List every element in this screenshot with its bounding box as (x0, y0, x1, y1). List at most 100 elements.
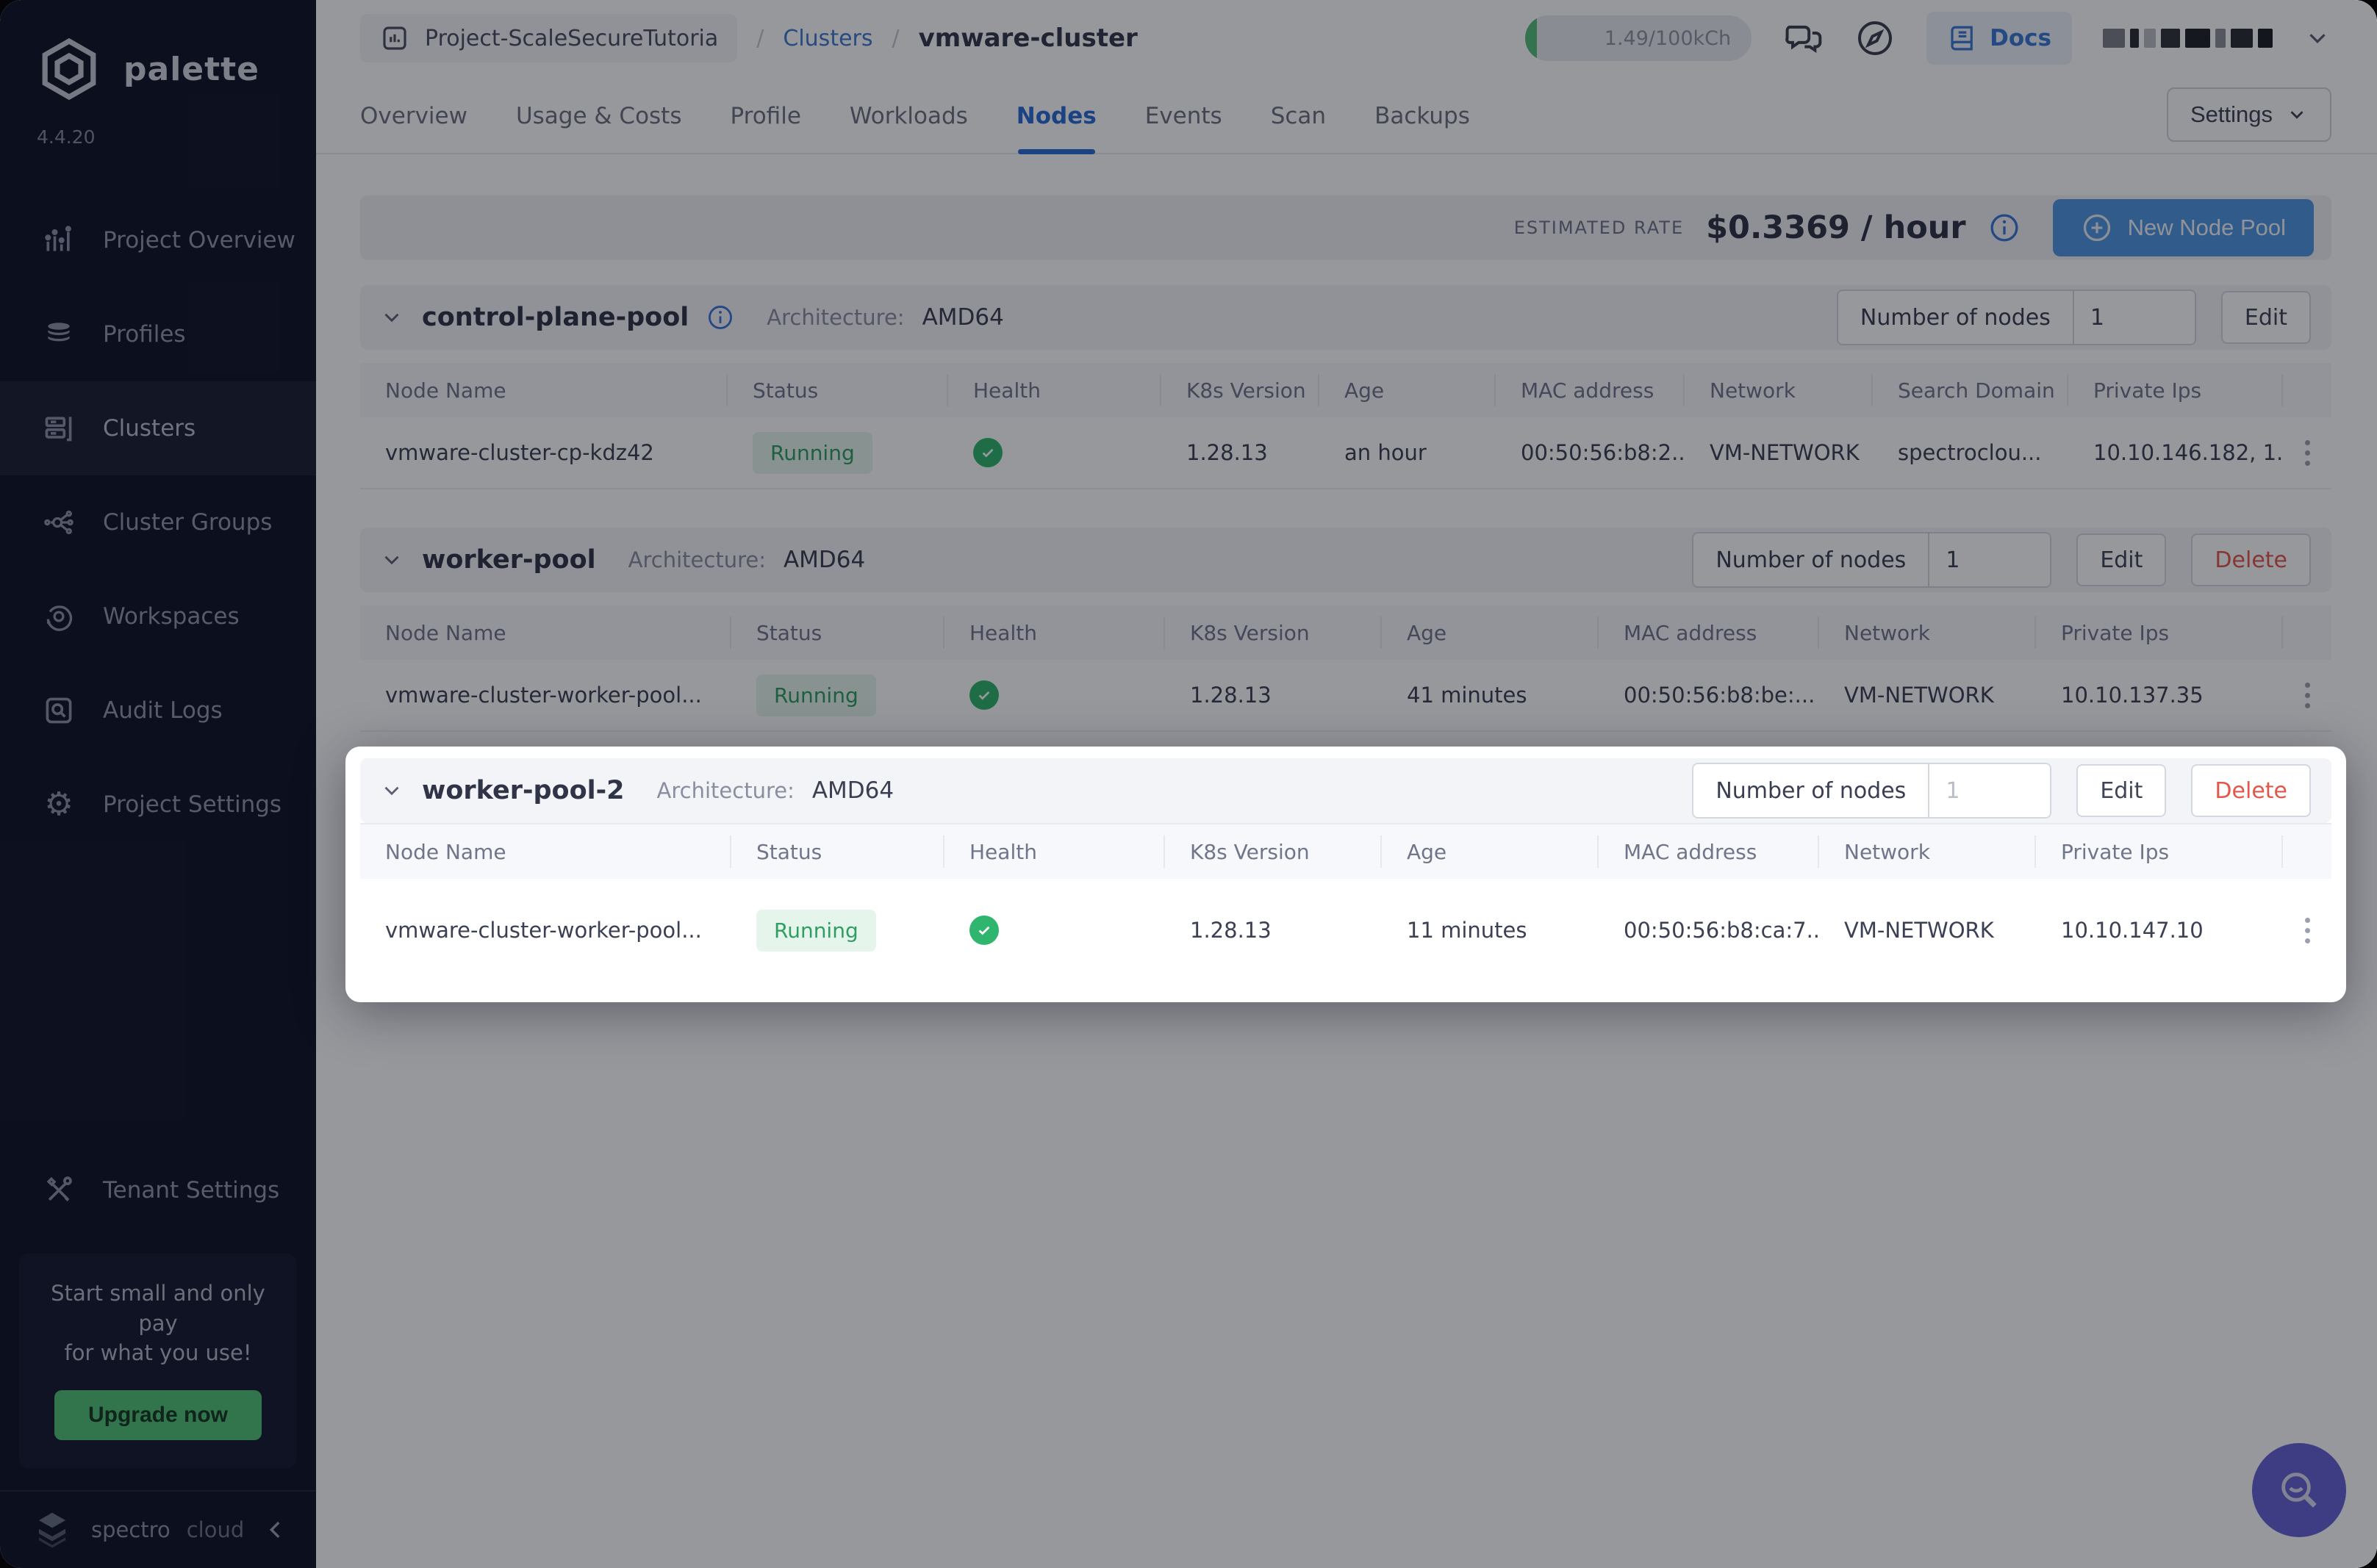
edit-button[interactable]: Edit (2076, 533, 2167, 586)
column-header: MAC address (1496, 374, 1685, 406)
node-pool-section-control-plane: control-plane-pool Architecture: AMD64 N… (360, 285, 2331, 489)
edit-button[interactable]: Edit (2076, 764, 2167, 817)
chevron-down-icon[interactable] (379, 778, 404, 803)
chevron-down-icon[interactable] (2303, 24, 2331, 52)
sidebar-item-clusters[interactable]: Clusters (0, 381, 316, 475)
column-header: Node Name (360, 835, 731, 868)
column-header: Private Ips (2036, 616, 2283, 649)
pool-controls: Number of nodes Edit (1836, 289, 2311, 345)
chevron-down-icon[interactable] (379, 547, 404, 572)
number-of-nodes-input[interactable] (1929, 533, 2051, 586)
redacted-user-label[interactable] (2103, 29, 2273, 48)
mac-address-cell: 00:50:56:b8:be:... (1624, 683, 1815, 708)
info-icon[interactable] (706, 303, 734, 331)
table-row: vmware-cluster-worker-pool... Running 1.… (360, 879, 2331, 982)
tab-nodes[interactable]: Nodes (1017, 103, 1097, 154)
topbar-right: 1.49/100kCh Docs (1525, 12, 2331, 65)
nodes-content: ESTIMATED RATE $0.3369 / hour New Node P… (316, 154, 2377, 1568)
collapse-sidebar-icon[interactable] (263, 1517, 288, 1542)
delete-button[interactable]: Delete (2191, 533, 2311, 586)
plus-circle-icon (2083, 214, 2110, 242)
promo-text: Start small and only pay for what you us… (32, 1279, 284, 1368)
column-header: Status (731, 616, 944, 649)
row-menu-icon[interactable] (2299, 677, 2316, 714)
sidebar-item-cluster-groups[interactable]: Cluster Groups (0, 475, 316, 569)
settings-button[interactable]: Settings (2166, 87, 2331, 142)
edit-button[interactable]: Edit (2220, 291, 2311, 344)
health-cell (948, 438, 1161, 467)
status-badge: Running (756, 909, 876, 952)
sidebar-item-project-settings[interactable]: ⚙ Project Settings (0, 758, 316, 852)
tab-events[interactable]: Events (1145, 103, 1222, 153)
app-window: palette 4.4.20 Project Overview Profiles (0, 0, 2377, 1568)
breadcrumb-separator: / (756, 25, 764, 51)
info-icon[interactable] (1988, 212, 2021, 244)
row-menu-icon[interactable] (2299, 434, 2316, 472)
usage-meter[interactable]: 1.49/100kCh (1525, 15, 1752, 61)
mac-address-cell: 00:50:56:b8:ca:7... (1624, 918, 1819, 943)
footer-brand-spectro: spectro (91, 1517, 171, 1542)
pool-header: control-plane-pool Architecture: AMD64 N… (360, 285, 2331, 350)
help-search-fab[interactable] (2252, 1443, 2346, 1537)
tab-usage-costs[interactable]: Usage & Costs (516, 103, 682, 153)
column-header: MAC address (1599, 835, 1819, 868)
tab-overview[interactable]: Overview (360, 103, 467, 153)
estimated-rate-bar: ESTIMATED RATE $0.3369 / hour New Node P… (360, 195, 2331, 260)
upgrade-now-button[interactable]: Upgrade now (54, 1390, 262, 1440)
sidebar-item-label: Tenant Settings (103, 1177, 280, 1204)
sidebar-item-profiles[interactable]: Profiles (0, 287, 316, 381)
estimated-rate-label: ESTIMATED RATE (1513, 217, 1685, 238)
number-of-nodes-label: Number of nodes (1693, 533, 1930, 586)
footer-brand-cloud: cloud (186, 1517, 245, 1542)
row-menu-icon[interactable] (2299, 912, 2316, 949)
tools-icon (41, 1173, 76, 1208)
delete-button[interactable]: Delete (2191, 764, 2311, 817)
sidebar-item-label: Cluster Groups (103, 509, 273, 536)
node-name-cell: vmware-cluster-worker-pool... (385, 918, 702, 943)
tab-workloads[interactable]: Workloads (850, 103, 968, 153)
new-node-pool-label: New Node Pool (2127, 215, 2286, 240)
column-header: Status (728, 374, 948, 406)
number-of-nodes-input[interactable] (2073, 291, 2195, 344)
k8s-version-cell: 1.28.13 (1186, 440, 1268, 465)
table-header: Node Name Status Health K8s Version Age … (360, 605, 2331, 660)
project-selector[interactable]: Project-ScaleSecureTutoria (360, 14, 738, 62)
breadcrumb-clusters-link[interactable]: Clusters (783, 26, 872, 51)
upgrade-promo: Start small and only pay for what you us… (19, 1254, 297, 1468)
health-check-icon (973, 438, 1003, 467)
magnifier-smile-icon (2281, 1472, 2317, 1508)
sidebar-item-workspaces[interactable]: Workspaces (0, 569, 316, 663)
sidebar-item-label: Clusters (103, 415, 196, 442)
architecture-value: AMD64 (922, 304, 1004, 331)
number-of-nodes-input[interactable] (1929, 764, 2051, 817)
column-header: Health (948, 374, 1161, 406)
column-header-actions (2283, 374, 2331, 406)
docs-button[interactable]: Docs (1926, 12, 2072, 65)
node-name-cell: vmware-cluster-worker-pool... (385, 683, 702, 708)
age-cell: 41 minutes (1407, 683, 1527, 708)
breadcrumb-cluster-name: vmware-cluster (918, 24, 1138, 53)
app-version: 4.4.20 (37, 126, 96, 148)
sidebar-item-project-overview[interactable]: Project Overview (0, 193, 316, 287)
column-header: K8s Version (1165, 835, 1382, 868)
compass-icon[interactable] (1854, 18, 1896, 59)
status-cell: Running (731, 909, 944, 952)
private-ips-cell: 10.10.137.35 (2061, 683, 2204, 708)
column-header: Private Ips (2068, 374, 2283, 406)
number-of-nodes-group: Number of nodes (1692, 532, 2052, 588)
sidebar-item-tenant-settings[interactable]: Tenant Settings (0, 1143, 316, 1237)
column-header: Private Ips (2036, 835, 2283, 868)
column-header: Network (1819, 616, 2036, 649)
tab-profile[interactable]: Profile (731, 103, 801, 153)
health-check-icon (969, 680, 999, 710)
column-header: Network (1685, 374, 1873, 406)
tab-scan[interactable]: Scan (1271, 103, 1326, 153)
architecture-value: AMD64 (783, 547, 866, 573)
new-node-pool-button[interactable]: New Node Pool (2052, 199, 2314, 256)
pool-name: control-plane-pool (422, 303, 689, 332)
chat-icon[interactable] (1782, 18, 1824, 59)
chevron-down-icon[interactable] (379, 305, 404, 330)
promo-line-2: for what you use! (64, 1340, 252, 1366)
tab-backups[interactable]: Backups (1374, 103, 1470, 153)
sidebar-item-audit-logs[interactable]: Audit Logs (0, 663, 316, 758)
